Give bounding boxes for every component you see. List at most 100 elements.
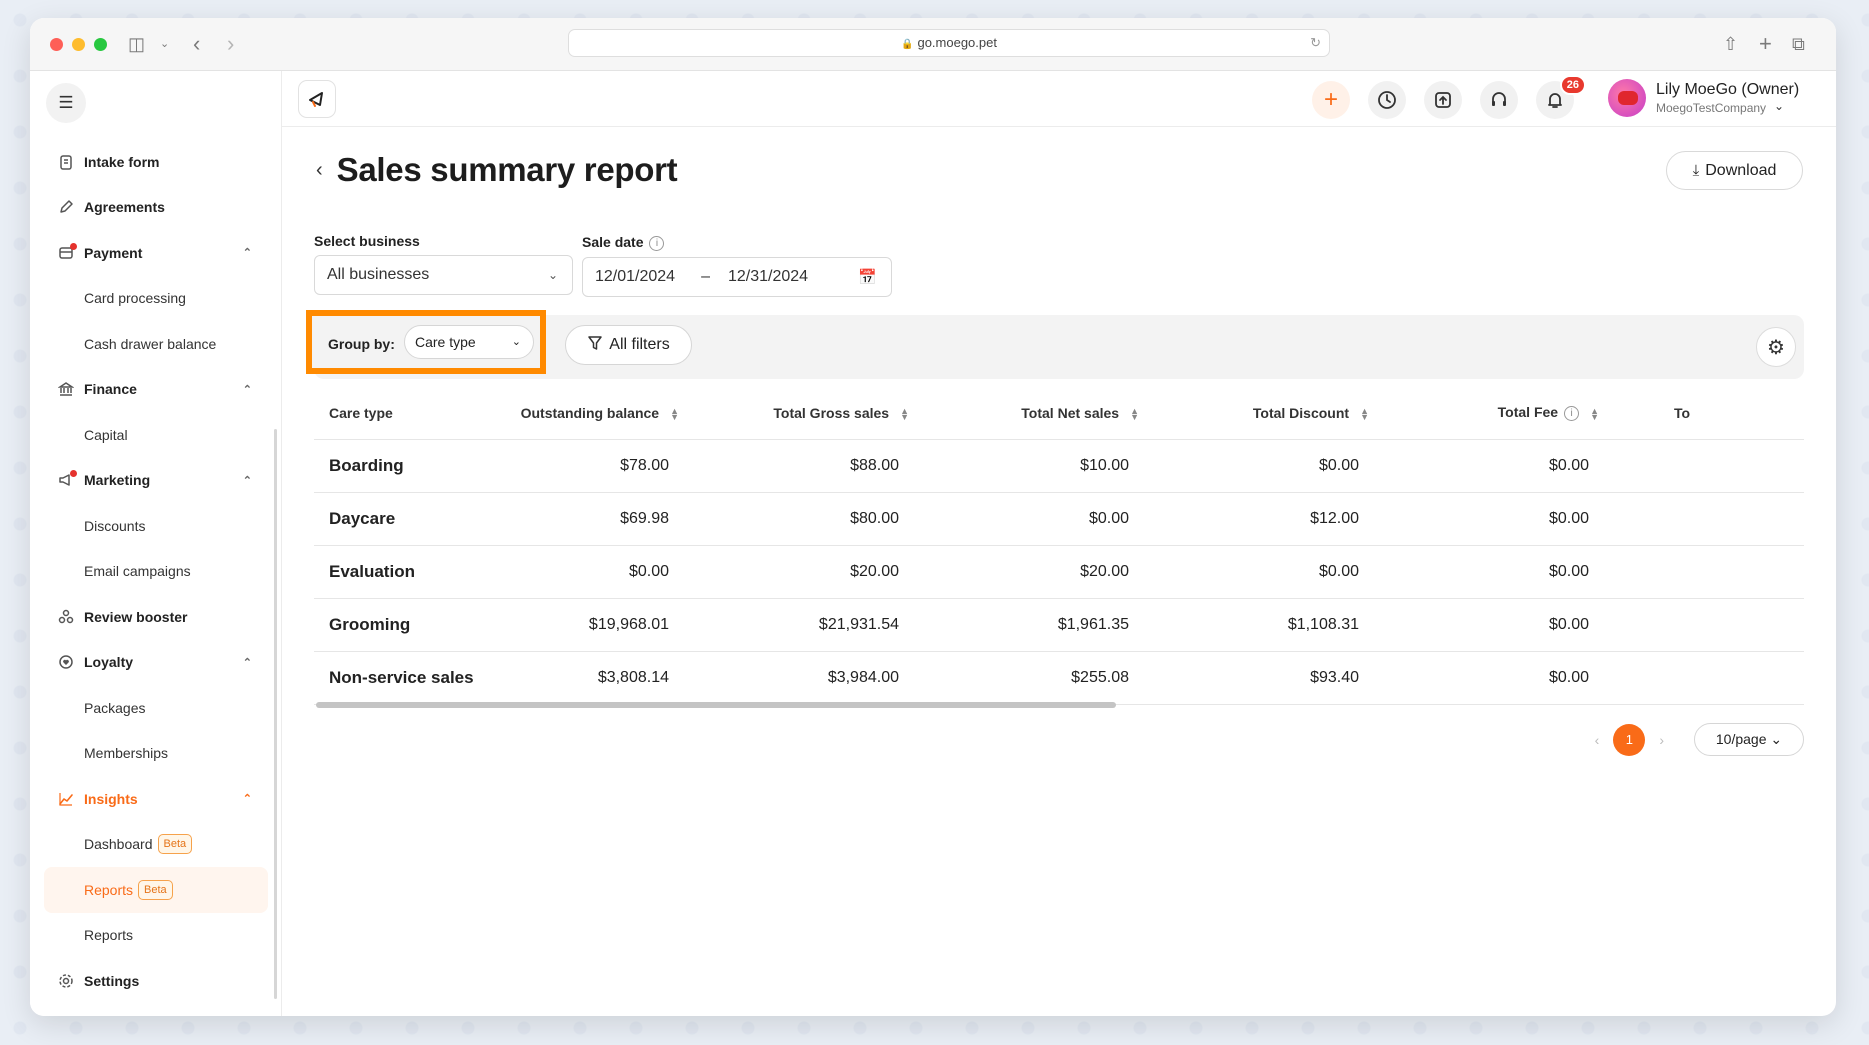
date-range-picker[interactable]: 12/01/2024 – 12/31/2024 📅 (582, 257, 892, 297)
column-header-label: Total Net sales (1021, 404, 1120, 421)
column-header-outstanding-balance[interactable]: Outstanding balance ▲ ▼ (494, 387, 679, 440)
sidebar-subitem-discounts[interactable]: Discounts (30, 503, 282, 549)
table-settings-button[interactable]: ⚙ (1756, 327, 1796, 367)
current-page[interactable]: 1 (1613, 723, 1646, 756)
sidebar-item-intake-form[interactable]: Intake form (30, 139, 282, 185)
sidebar-subitem-dashboard[interactable]: Dashboard Beta (30, 822, 282, 868)
column-header-total-net-sales[interactable]: Total Net sales ▲ ▼ (909, 387, 1139, 440)
calendar-icon[interactable]: 📅 (858, 268, 877, 286)
minimize-window-button[interactable] (72, 38, 85, 51)
menu-icon[interactable]: ☰ (46, 83, 86, 123)
row-care-type: Daycare (314, 492, 494, 546)
new-tab-icon[interactable]: + (1759, 32, 1772, 56)
sidebar-item-payment[interactable]: Payment ⌃ (30, 230, 282, 276)
lock-icon: 🔒 (901, 39, 914, 50)
sort-icon[interactable]: ▲ ▼ (1360, 407, 1369, 422)
sidebar-subitem-capital[interactable]: Capital (30, 412, 282, 458)
beta-badge: Beta (157, 834, 193, 855)
app-logo[interactable] (298, 80, 336, 118)
sidebar-item-loyalty[interactable]: Loyalty ⌃ (30, 640, 282, 686)
chevron-down-icon[interactable]: ⌄ (160, 32, 169, 56)
bell-icon (1548, 93, 1562, 108)
sidebar-subitem-reports[interactable]: Reports Beta (44, 867, 268, 913)
sidebar-subitem-label: Dashboard (84, 836, 153, 853)
group-by-label: Group by: (328, 336, 395, 352)
date-end[interactable]: 12/31/2024 (728, 268, 808, 286)
table-cell-empty (1599, 545, 1804, 599)
horizontal-scrollbar[interactable] (314, 700, 1804, 708)
sort-icon[interactable]: ▲ ▼ (670, 407, 679, 422)
upload-icon[interactable] (1424, 81, 1462, 119)
business-select[interactable]: All businesses ⌄ (314, 255, 573, 295)
sidebar-item-review-booster[interactable]: Review booster (30, 594, 282, 640)
maximize-window-button[interactable] (94, 38, 107, 51)
page-size-select[interactable]: 10/page ⌄ (1694, 723, 1804, 756)
share-icon[interactable]: ⇧ (1723, 32, 1738, 56)
gear-icon: ⚙ (1767, 336, 1785, 359)
sidebar-item-insights[interactable]: Insights ⌃ (30, 776, 282, 822)
clipboard-icon (56, 152, 76, 172)
sidebar-item-marketing[interactable]: Marketing ⌃ (30, 458, 282, 504)
close-window-button[interactable] (50, 38, 63, 51)
sidebar-subitem-packages[interactable]: Packages (30, 685, 282, 731)
prev-page-icon[interactable]: ‹ (1595, 732, 1600, 748)
table-cell: $20.00 (909, 545, 1139, 599)
sidebar-item-label: Marketing (84, 472, 151, 489)
user-menu[interactable]: Lily MoeGo (Owner) MoegoTestCompany (1608, 79, 1799, 117)
table-cell: $88.00 (679, 439, 909, 493)
sort-icon[interactable]: ▲ ▼ (1130, 407, 1139, 422)
all-filters-button[interactable]: All filters (565, 325, 692, 365)
table-cell: $255.08 (909, 651, 1139, 705)
megaphone-logo-icon (309, 92, 323, 107)
sidebar-scrollbar[interactable] (274, 429, 277, 999)
chevron-up-icon[interactable]: ⌃ (243, 474, 252, 487)
back-nav-icon[interactable]: ‹ (193, 32, 200, 56)
sort-icon[interactable]: ▲ ▼ (1590, 406, 1599, 421)
reload-icon[interactable]: ↻ (1310, 30, 1321, 56)
column-header-total-discount[interactable]: Total Discount ▲ ▼ (1139, 387, 1369, 440)
tabs-overview-icon[interactable]: ⧉ (1792, 32, 1805, 56)
sidebar-toggle-icon[interactable]: ◫ (128, 32, 145, 56)
sort-icon[interactable]: ▲ ▼ (900, 407, 909, 422)
download-label: Download (1705, 161, 1777, 179)
download-button[interactable]: ⤓ Download (1666, 151, 1803, 190)
next-page-icon[interactable]: › (1659, 732, 1664, 748)
column-header-to: To (1599, 387, 1804, 440)
chevron-up-icon[interactable]: ⌃ (243, 246, 252, 259)
sidebar-item-settings[interactable]: Settings (30, 958, 282, 1004)
back-arrow-icon[interactable]: ‹ (316, 159, 323, 182)
group-by-select[interactable]: Care type ⌄ (404, 325, 534, 359)
avatar (1608, 79, 1646, 117)
column-header-total-gross-sales[interactable]: Total Gross sales ▲ ▼ (679, 387, 909, 440)
chevron-up-icon[interactable]: ⌃ (243, 656, 252, 669)
review-icon (56, 607, 76, 627)
notification-badge: 26 (1559, 75, 1586, 95)
column-header-label: Care type (329, 404, 393, 421)
sidebar-item-label: Insights (84, 790, 138, 807)
sidebar-item-finance[interactable]: Finance ⌃ (30, 367, 282, 413)
column-header-total-fee[interactable]: Total Fee i ▲ ▼ (1369, 387, 1599, 440)
sidebar-subitem-reports[interactable]: Reports (30, 913, 282, 959)
address-bar[interactable]: 🔒 go.moego.pet ↻ (568, 29, 1330, 57)
support-headset-icon[interactable] (1480, 81, 1518, 119)
sidebar-item-agreements[interactable]: Agreements (30, 185, 282, 231)
table-cell: $20.00 (679, 545, 909, 599)
chevron-up-icon[interactable]: ⌃ (243, 792, 252, 805)
sidebar-subitem-card-processing[interactable]: Card processing (30, 276, 282, 322)
info-icon[interactable]: i (1564, 406, 1580, 422)
group-by-value: Care type (415, 334, 476, 350)
info-icon[interactable]: i (649, 235, 665, 251)
notifications-button[interactable]: 26 (1536, 75, 1586, 119)
sidebar-subitem-cash-drawer-balance[interactable]: Cash drawer balance (30, 321, 282, 367)
sidebar-subitem-email-campaigns[interactable]: Email campaigns (30, 549, 282, 595)
filter-icon (587, 335, 603, 356)
clock-icon[interactable] (1368, 81, 1406, 119)
chevron-down-icon[interactable]: ⌄ (1774, 99, 1784, 113)
table-cell: $0.00 (1369, 492, 1599, 546)
forward-nav-icon[interactable]: › (227, 32, 234, 56)
scrollbar-thumb[interactable] (316, 702, 1116, 708)
chevron-up-icon[interactable]: ⌃ (243, 383, 252, 396)
date-start[interactable]: 12/01/2024 (595, 268, 675, 286)
add-button[interactable]: + (1312, 81, 1350, 119)
sidebar-subitem-memberships[interactable]: Memberships (30, 731, 282, 777)
